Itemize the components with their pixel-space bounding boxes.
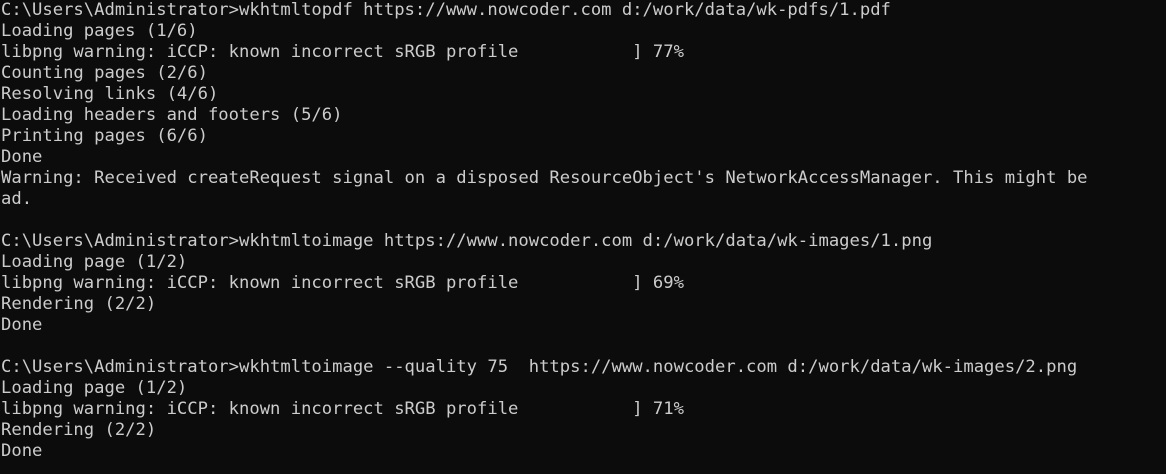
output-line-rendering: Rendering (2/2)	[1, 294, 157, 314]
output-line-counting-pages: Counting pages (2/6)	[1, 63, 208, 83]
output-line-warning-wrap: ad.	[1, 189, 33, 209]
output-line-resolving-links: Resolving links (4/6)	[1, 84, 219, 104]
console-output[interactable]: C:\Users\Administrator>wkhtmltopdf https…	[0, 0, 1166, 474]
output-line-done: Done	[1, 315, 43, 335]
output-line-loading-headers: Loading headers and footers (5/6)	[1, 105, 343, 125]
output-line-loading-page: Loading page (1/2)	[1, 252, 188, 272]
output-line-done: Done	[1, 441, 43, 461]
output-line-warning: Warning: Received createRequest signal o…	[1, 168, 1088, 188]
output-line-libpng-warning: libpng warning: iCCP: known incorrect sR…	[1, 273, 684, 293]
output-line-loading-page: Loading page (1/2)	[1, 378, 188, 398]
prompt-command-wkhtmltoimage-2: C:\Users\Administrator>wkhtmltoimage --q…	[1, 357, 1078, 377]
prompt-command-wkhtmltopdf: C:\Users\Administrator>wkhtmltopdf https…	[1, 0, 891, 20]
output-line-rendering: Rendering (2/2)	[1, 420, 157, 440]
output-line-loading-pages: Loading pages (1/6)	[1, 21, 198, 41]
output-line-libpng-warning: libpng warning: iCCP: known incorrect sR…	[1, 399, 684, 419]
prompt-command-wkhtmltoimage-1: C:\Users\Administrator>wkhtmltoimage htt…	[1, 231, 933, 251]
output-line-done: Done	[1, 147, 43, 167]
output-line-printing-pages: Printing pages (6/6)	[1, 126, 208, 146]
output-line-libpng-warning: libpng warning: iCCP: known incorrect sR…	[1, 42, 684, 62]
